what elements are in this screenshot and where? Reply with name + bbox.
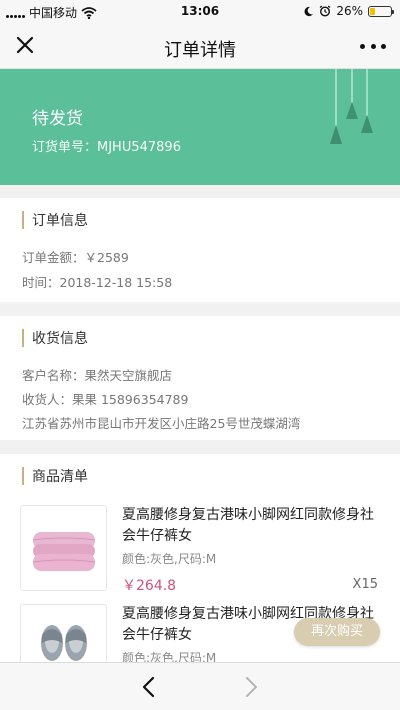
towel-image xyxy=(20,505,107,591)
battery-percent: 26% xyxy=(336,4,363,18)
section-title: 收货信息 xyxy=(32,331,88,347)
more-icon[interactable] xyxy=(360,36,386,56)
order-info-section: 订单信息 订单金额：￥2589 时间：2018-12-18 15:58 xyxy=(0,198,400,302)
order-time: 时间：2018-12-18 15:58 xyxy=(22,275,173,290)
product-item[interactable]: 夏高腰修身复古港味小脚网红同款修身社会牛仔裤女 颜色:灰色,尺码:M ￥264.… xyxy=(20,505,380,597)
customer-name: 客户名称：果然天空旗舰店 xyxy=(22,368,173,383)
bottom-nav-bar xyxy=(0,662,400,710)
product-price: ￥264.8 xyxy=(122,578,177,594)
order-info-header: 订单信息 xyxy=(22,210,88,230)
product-name: 夏高腰修身复古港味小脚网红同款修身社会牛仔裤女 xyxy=(122,507,374,544)
chevron-left-icon[interactable] xyxy=(138,675,160,699)
receiver: 收货人：果果 15896354789 xyxy=(22,392,189,407)
section-title: 商品清单 xyxy=(32,469,88,485)
product-spec: 颜色:灰色,尺码:M xyxy=(122,552,217,566)
section-title: 订单信息 xyxy=(32,213,88,229)
product-list-header: 商品清单 xyxy=(22,466,88,486)
order-status-banner: 待发货 订货单号：MJHU547896 xyxy=(0,69,400,185)
order-number: 订货单号：MJHU547896 xyxy=(32,140,181,155)
status-right: 26% xyxy=(303,4,394,18)
status-bar: 中国移动 13:06 26% xyxy=(0,0,400,24)
nav-bar: 订单详情 xyxy=(0,24,400,69)
section-accent-bar xyxy=(22,211,24,229)
rebuy-button[interactable]: 再次购买 xyxy=(294,618,380,646)
alarm-icon xyxy=(319,5,331,17)
moon-icon xyxy=(304,6,314,16)
address: 江苏省苏州市昆山市开发区小庄路25号世茂蝶湖湾 xyxy=(22,416,301,431)
product-qty: X15 xyxy=(352,577,378,592)
pendant-lamps-decoration xyxy=(330,69,373,144)
chevron-right-icon xyxy=(246,677,257,697)
order-amount: 订单金额：￥2589 xyxy=(22,250,129,265)
battery-fill xyxy=(370,7,376,15)
page-title: 订单详情 xyxy=(164,40,236,61)
section-accent-bar xyxy=(22,329,24,347)
shipping-info-header: 收货信息 xyxy=(22,328,88,348)
section-accent-bar xyxy=(22,467,24,485)
order-status: 待发货 xyxy=(32,109,83,129)
battery-icon xyxy=(368,5,394,17)
shipping-info-section: 收货信息 客户名称：果然天空旗舰店 收货人：果果 15896354789 江苏省… xyxy=(0,316,400,440)
